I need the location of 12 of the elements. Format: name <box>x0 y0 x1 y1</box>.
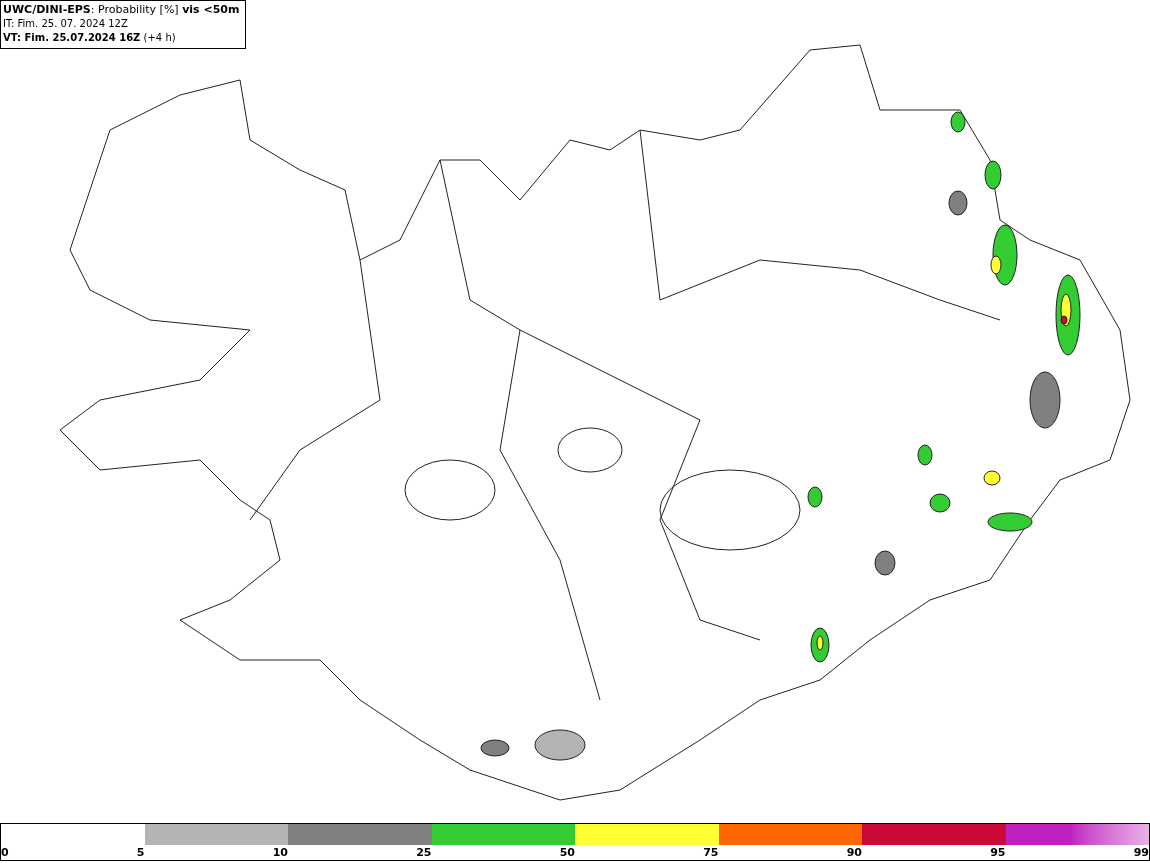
legend-label: 95 <box>990 846 1006 859</box>
map-title-line: VT: Fim. 25.07.2024 16Z (+4 h) <box>3 31 176 45</box>
legend-label: 90 <box>846 846 862 859</box>
legend-label: 75 <box>703 846 719 859</box>
map-title-line: IT: Fim. 25. 07. 2024 12Z <box>3 17 128 31</box>
legend-label: 5 <box>136 846 145 859</box>
legend-label: 99 <box>1133 846 1149 859</box>
legend-label: 50 <box>559 846 575 859</box>
legend-label: 0 <box>1 846 9 859</box>
map-title-line: UWC/DINI-EPS: Probability [%] vis <50m <box>3 3 240 17</box>
legend-label: 25 <box>416 846 432 859</box>
legend-label: 10 <box>272 846 288 859</box>
